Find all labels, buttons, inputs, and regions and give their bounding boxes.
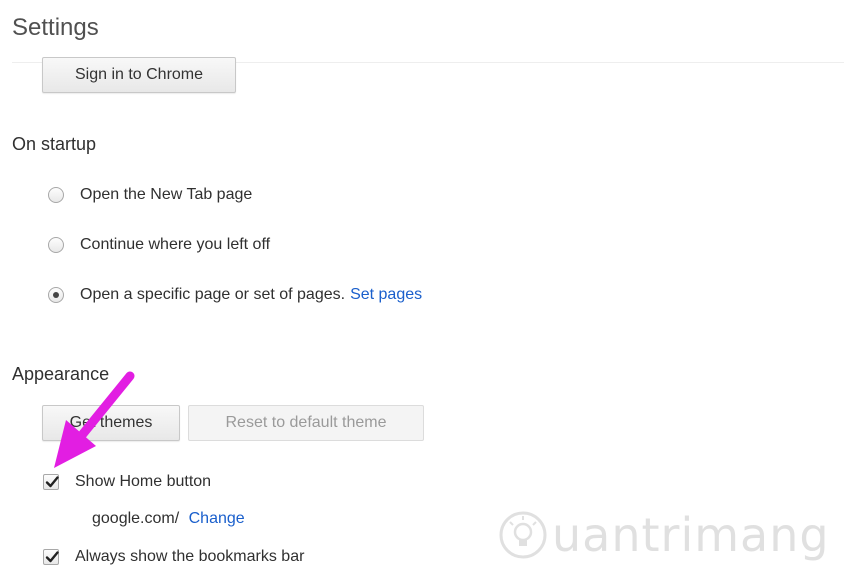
sign-in-button[interactable]: Sign in to Chrome (42, 57, 236, 93)
reset-theme-button-label: Reset to default theme (225, 414, 387, 431)
startup-option-label: Open a specific page or set of pages. (80, 286, 346, 303)
startup-option-label: Open the New Tab page (80, 186, 253, 203)
set-pages-link[interactable]: Set pages (350, 286, 422, 304)
reset-theme-button[interactable]: Reset to default theme (188, 405, 424, 441)
home-url-row: google.com/ Change (92, 510, 245, 528)
get-themes-button[interactable]: Get themes (42, 405, 180, 441)
page-title: Settings (12, 14, 99, 41)
startup-option-new-tab[interactable]: Open the New Tab page (48, 186, 252, 204)
radio-new-tab[interactable] (48, 187, 64, 203)
show-home-button-option[interactable]: Show Home button (43, 473, 211, 491)
bookmarks-bar-label: Always show the bookmarks bar (75, 548, 305, 565)
sign-in-button-label: Sign in to Chrome (74, 66, 204, 83)
startup-option-label: Continue where you left off (80, 236, 271, 253)
startup-heading: On startup (12, 134, 97, 154)
startup-option-continue[interactable]: Continue where you left off (48, 236, 270, 254)
watermark: uantrimang (498, 508, 830, 562)
home-change-link[interactable]: Change (189, 510, 245, 527)
watermark-text: uantrimang (552, 508, 830, 562)
bookmarks-bar-checkbox[interactable] (43, 549, 59, 565)
get-themes-button-label: Get themes (69, 414, 153, 431)
startup-option-specific-pages[interactable]: Open a specific page or set of pages. Se… (48, 286, 422, 304)
checkmark-icon (45, 476, 59, 488)
checkmark-icon (45, 551, 59, 563)
bookmarks-bar-option[interactable]: Always show the bookmarks bar (43, 548, 304, 566)
radio-specific-pages[interactable] (48, 287, 64, 303)
radio-continue[interactable] (48, 237, 64, 253)
appearance-heading: Appearance (12, 364, 110, 384)
lightbulb-icon (499, 511, 547, 559)
home-url: google.com/ (92, 510, 180, 527)
show-home-label: Show Home button (75, 473, 212, 490)
show-home-checkbox[interactable] (43, 474, 59, 490)
